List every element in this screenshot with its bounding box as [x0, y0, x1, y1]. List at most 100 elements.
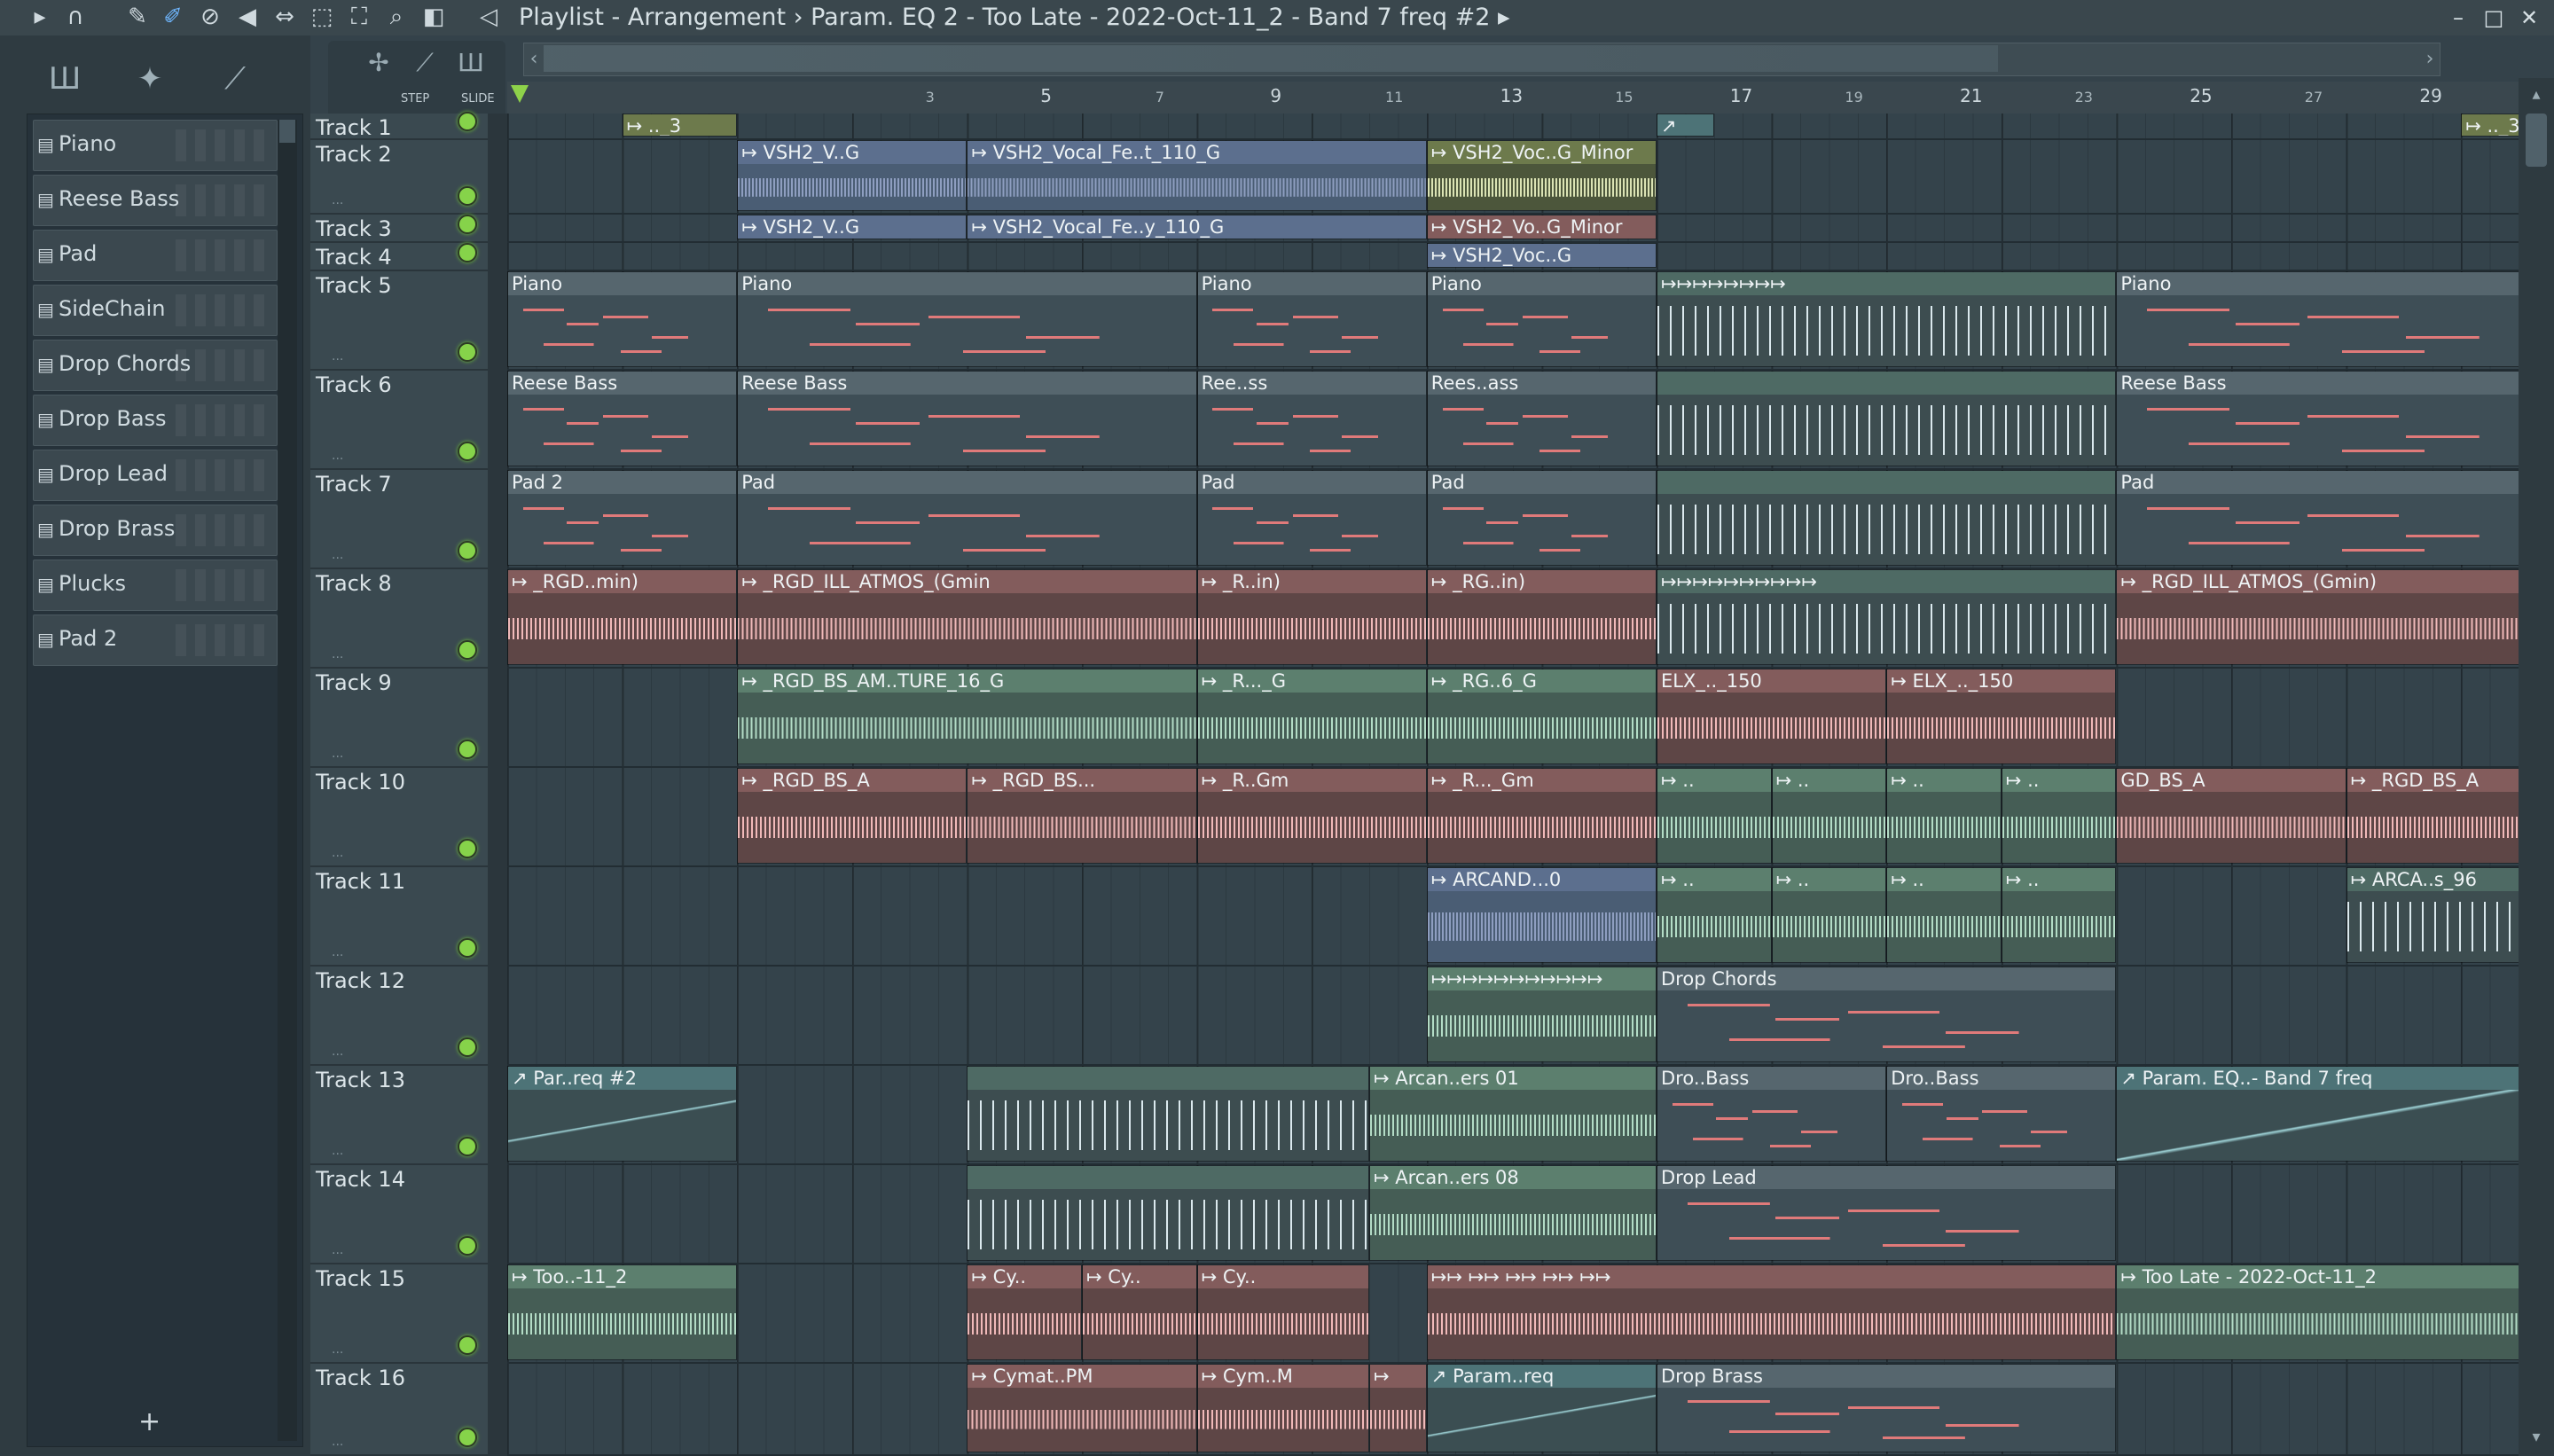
playlist-clip[interactable]: ↦ .. [1657, 867, 1772, 963]
add-pattern-button[interactable]: + [138, 1406, 161, 1437]
playlist-clip[interactable]: ↗ Par..req #2 [507, 1066, 738, 1162]
track-enable-led-icon[interactable] [458, 541, 477, 560]
scroll-left-arrow-icon[interactable]: ‹ [524, 43, 544, 75]
playlist-clip[interactable]: ↗ Param. EQ..- Band 7 freq [2116, 1066, 2519, 1162]
mute-icon[interactable]: ◀ [234, 4, 261, 30]
playlist-clip[interactable]: Ree..ss [1196, 371, 1427, 466]
playlist-clip[interactable]: ↦ .. [1886, 768, 2002, 864]
playlist-clip[interactable]: ↦↦↦↦↦↦↦↦↦↦ [1657, 569, 2117, 665]
pattern-item[interactable]: ▤ Reese Bass [33, 175, 278, 226]
playlist-clip[interactable]: ↦ .._3 [2461, 114, 2519, 137]
step-toggle-label[interactable]: STEP [401, 92, 429, 106]
track-enable-led-icon[interactable] [458, 640, 477, 660]
track-header[interactable]: Track 14 ··· [310, 1165, 488, 1264]
playlist-clip[interactable]: ↦ _R..in) [1196, 569, 1427, 665]
track-header[interactable]: Track 9 ··· [310, 669, 488, 768]
playlist-clip[interactable]: Pad [2116, 470, 2519, 566]
snap-icon[interactable]: ✢ [364, 48, 394, 78]
playlist-clip[interactable] [1657, 371, 2117, 466]
arrangement-overview-scrollbar[interactable]: ‹ › [523, 43, 2440, 76]
playlist-clip[interactable]: ↗ Param..req [1426, 1364, 1657, 1452]
playlist-clip[interactable]: ↦↦↦↦↦↦↦↦↦↦↦ [1426, 967, 1657, 1062]
track-header[interactable]: Track 15 ··· [310, 1264, 488, 1364]
track-enable-led-icon[interactable] [458, 1037, 477, 1057]
overview-thumb[interactable] [544, 45, 1998, 72]
track-enable-led-icon[interactable] [458, 1428, 477, 1447]
playlist-clip[interactable]: ↦ _R..Gm [1196, 768, 1427, 864]
playlist-clip[interactable]: ↦ VSH2_Vocal_Fe..t_110_G [967, 140, 1427, 211]
playlist-clip[interactable]: Pad [737, 470, 1197, 566]
slip-icon[interactable]: ⇔ [271, 4, 298, 30]
minimize-button[interactable]: – [2440, 2, 2476, 34]
playlist-clip[interactable]: ↦ _RGD..min) [507, 569, 738, 665]
current-pattern-name[interactable]: Param. EQ 2 - Too Late - 2022-Oct-11_2 -… [811, 4, 1490, 31]
curve-icon[interactable]: ⟋ [410, 48, 440, 78]
list-scrollbar-thumb[interactable] [279, 120, 295, 143]
playlist-clip[interactable]: ↦ .. [1771, 768, 1887, 864]
track-grip-icon[interactable]: ··· [332, 552, 343, 566]
track-header[interactable]: Track 12 ··· [310, 967, 488, 1066]
playlist-clip[interactable] [967, 1066, 1369, 1162]
playlist-clip[interactable] [967, 1165, 1369, 1261]
playlist-clip[interactable]: Drop Lead [1657, 1165, 2117, 1261]
playlist-clip[interactable]: Pad [1196, 470, 1427, 566]
list-scrollbar[interactable] [278, 120, 297, 1441]
track-header[interactable]: Track 4 [310, 243, 488, 271]
timeline-ruler[interactable]: 3579111315171921232527293133353739414345… [507, 82, 2554, 114]
playlist-clip[interactable]: ↦ _RGD_BS_A [737, 768, 968, 864]
playlist-clip[interactable]: ELX_.._150 [1657, 669, 1887, 764]
maximize-button[interactable]: □ [2476, 2, 2511, 34]
select-icon[interactable]: ⬚ [309, 4, 335, 30]
grid-icon[interactable]: Ш [456, 48, 486, 78]
track-header[interactable]: Track 13 ··· [310, 1066, 488, 1165]
track-header[interactable]: Track 1 [310, 112, 488, 140]
playlist-clip[interactable]: ↦ _RGD_BS_AM..TURE_16_G [737, 669, 1197, 764]
playback-icon[interactable]: ◧ [420, 4, 447, 30]
track-grip-icon[interactable]: ··· [332, 452, 343, 466]
playlist-clip[interactable]: Piano [507, 271, 738, 367]
playlist-clip[interactable]: Pad [1426, 470, 1657, 566]
playlist-clip[interactable]: ↗ [1657, 114, 1714, 137]
playlist-clip[interactable]: Piano [1426, 271, 1657, 367]
track-enable-led-icon[interactable] [458, 1335, 477, 1355]
playlist-clip[interactable]: Reese Bass [2116, 371, 2519, 466]
pattern-item[interactable]: ▤ Drop Lead [33, 450, 278, 501]
playlist-clip[interactable]: ↦ .. [1657, 768, 1772, 864]
track-grip-icon[interactable]: ··· [332, 353, 343, 367]
playlist-clip[interactable]: ↦ VSH2_V..G [737, 215, 968, 239]
track-enable-led-icon[interactable] [458, 342, 477, 362]
playlist-clip[interactable]: ↦ Cym..M [1196, 1364, 1369, 1452]
arrangement-grid[interactable]: ↦ .._3↗↦ .._3↗↦ VSH2_V..G↦ VSH2_Vocal_Fe… [507, 114, 2519, 1456]
playlist-clip[interactable]: Dro..Bass [1657, 1066, 1887, 1162]
magnet-icon[interactable]: ∩ [62, 4, 89, 30]
playlist-clip[interactable]: ↦ VSH2_Vocal_Fe..y_110_G [967, 215, 1427, 239]
playlist-clip[interactable]: ↦ _R..._Gm [1426, 768, 1657, 864]
track-grip-icon[interactable]: ··· [332, 1247, 343, 1261]
playlist-clip[interactable]: ↦ _RGD_BS_A [2346, 768, 2519, 864]
playlist-clip[interactable]: ↦ VSH2_Voc..G [1426, 243, 1657, 268]
slice-icon[interactable]: ⛶ [346, 4, 372, 30]
playlist-clip[interactable]: ↦ Arcan..ers 08 [1369, 1165, 1657, 1261]
playlist-clip[interactable]: ↦ VSH2_Vo..G_Minor [1426, 215, 1657, 239]
speaker-icon[interactable]: ◁ [475, 4, 502, 30]
pattern-item[interactable]: ▤ Pad 2 [33, 614, 278, 666]
pencil-icon[interactable]: ✎ [124, 4, 151, 30]
track-header[interactable]: Track 11 ··· [310, 867, 488, 967]
track-header[interactable]: Track 6 ··· [310, 371, 488, 470]
playlist-clip[interactable]: GD_BS_A [2116, 768, 2346, 864]
pattern-item[interactable]: ▤ Pad [33, 230, 278, 281]
scroll-up-arrow-icon[interactable]: ▴ [2526, 85, 2547, 106]
playlist-clip[interactable]: Piano [737, 271, 1197, 367]
audio-wave-icon[interactable]: ✦ [128, 57, 172, 101]
track-grip-icon[interactable]: ··· [332, 1438, 343, 1452]
track-grip-icon[interactable]: ··· [332, 750, 343, 764]
close-button[interactable]: ✕ [2511, 2, 2547, 34]
track-enable-led-icon[interactable] [458, 839, 477, 858]
track-grip-icon[interactable]: ··· [332, 849, 343, 864]
playlist-clip[interactable]: Drop Brass [1657, 1364, 2117, 1452]
paint-brush-icon[interactable]: ✐ [160, 4, 186, 30]
playlist-clip[interactable]: Pad 2 [507, 470, 738, 566]
playlist-clip[interactable]: ↦ Cymat..PM [967, 1364, 1197, 1452]
playlist-clip[interactable]: ↦↦ ↦↦ ↦↦ ↦↦ ↦↦ [1426, 1264, 2117, 1360]
playlist-clip[interactable]: ↦↦↦↦↦↦↦↦ [1657, 271, 2117, 367]
